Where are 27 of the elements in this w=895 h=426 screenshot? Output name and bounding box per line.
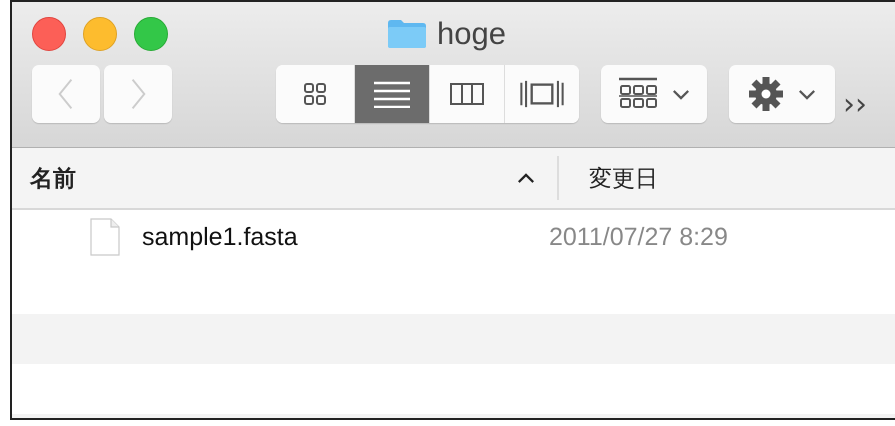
column-header[interactable]: 変更日 [589,162,658,194]
gear-icon [748,76,784,112]
zoom-button[interactable] [134,17,168,51]
cover-flow-icon [519,79,565,109]
caret-icon [672,88,690,100]
columns-icon [450,83,484,105]
folder-icon [387,19,427,49]
document-icon [90,218,120,256]
view-mode-button[interactable] [429,65,504,123]
chevron-right-icon [129,77,147,111]
file-name: sample1.fasta [142,222,298,252]
grid-icon [303,82,327,106]
view-mode-button[interactable] [504,65,579,123]
column-header[interactable]: 名前 [30,162,76,194]
close-button[interactable] [32,17,66,51]
arrange-button[interactable] [601,65,707,123]
caret-icon [798,88,816,100]
action-button[interactable] [729,65,835,123]
window-title: hoge [437,16,506,52]
list-icon [372,80,412,108]
view-mode-button[interactable] [276,65,354,123]
modified-date: 2011/07/27 8:29 [549,222,728,252]
sort-ascending-icon[interactable] [517,172,535,184]
more-button[interactable]: ›› [843,86,867,122]
view-mode-button[interactable] [354,65,429,123]
arrange-grid-icon [618,77,658,111]
chevron-left-icon [57,77,75,111]
